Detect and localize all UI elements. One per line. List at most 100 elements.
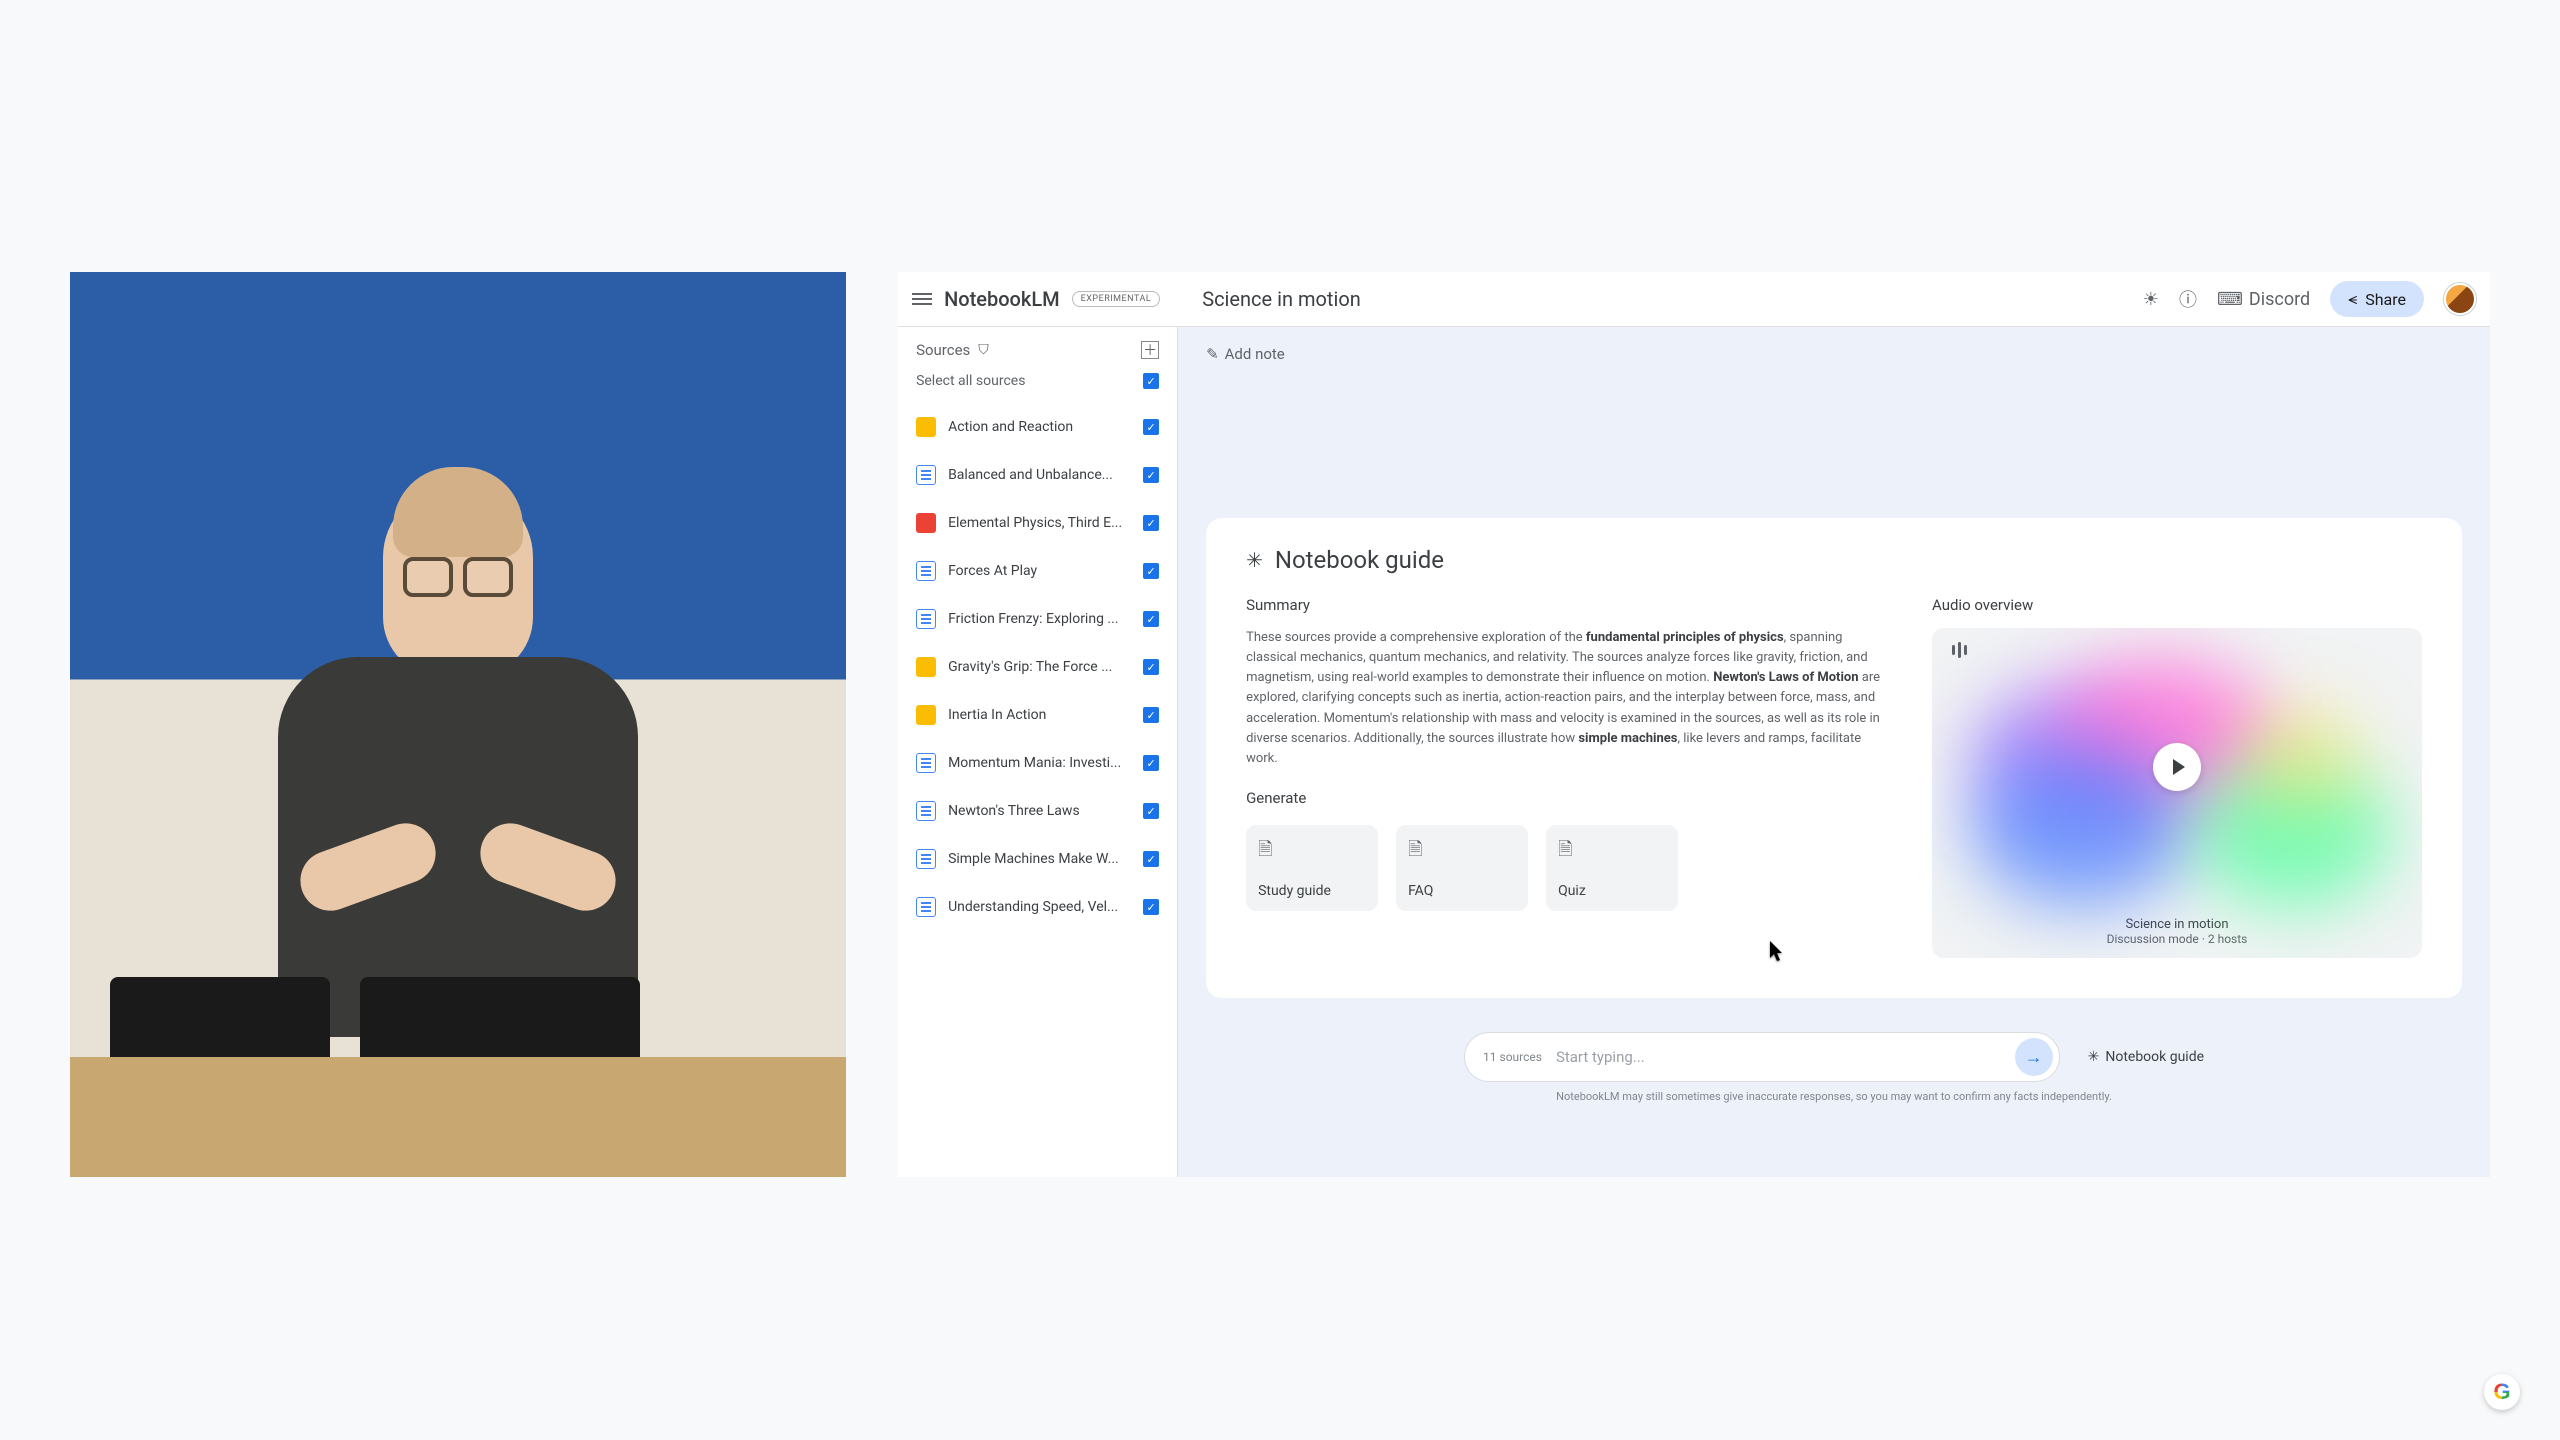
- summary-text: These sources provide a comprehensive ex…: [1246, 628, 1882, 769]
- source-item[interactable]: Friction Frenzy: Exploring ... ✓: [916, 595, 1159, 643]
- source-item[interactable]: Action and Reaction ✓: [916, 403, 1159, 451]
- source-label: Newton's Three Laws: [948, 803, 1131, 819]
- source-checkbox[interactable]: ✓: [1143, 803, 1159, 819]
- discord-label: Discord: [2249, 289, 2310, 310]
- source-checkbox[interactable]: ✓: [1143, 851, 1159, 867]
- source-label: Friction Frenzy: Exploring ...: [948, 611, 1131, 627]
- app-header: NotebookLM EXPERIMENTAL Science in motio…: [898, 272, 2490, 327]
- add-note-button[interactable]: ✎ Add note: [1206, 345, 2462, 363]
- source-item[interactable]: Understanding Speed, Vel... ✓: [916, 883, 1159, 931]
- app-brand: NotebookLM: [944, 287, 1060, 311]
- sparkle-icon: ✳: [1246, 548, 1263, 572]
- source-item[interactable]: Elemental Physics, Third E... ✓: [916, 499, 1159, 547]
- source-type-icon: [916, 801, 936, 821]
- sources-panel: Sources ⛉ ＋ Select all sources ✓ Action …: [898, 327, 1178, 1177]
- menu-icon[interactable]: [912, 293, 932, 305]
- discord-link[interactable]: ⌨ Discord: [2217, 289, 2310, 310]
- arrow-icon: →: [2025, 1047, 2043, 1068]
- chat-input[interactable]: Start typing...: [1556, 1048, 2001, 1066]
- source-checkbox[interactable]: ✓: [1143, 419, 1159, 435]
- page-title: Science in motion: [1202, 287, 1361, 311]
- guide-title: Notebook guide: [1275, 546, 1444, 574]
- select-all-checkbox[interactable]: ✓: [1143, 373, 1159, 389]
- source-label: Simple Machines Make W...: [948, 851, 1131, 867]
- source-label: Balanced and Unbalance...: [948, 467, 1131, 483]
- source-checkbox[interactable]: ✓: [1143, 899, 1159, 915]
- generate-label: Generate: [1246, 789, 1882, 807]
- play-icon: [2173, 759, 2185, 775]
- source-checkbox[interactable]: ✓: [1143, 563, 1159, 579]
- share-icon: ⪪: [2348, 289, 2357, 309]
- presenter-figure: [268, 487, 648, 1037]
- notebook-guide-link[interactable]: ✳ Notebook guide: [2088, 1049, 2204, 1065]
- source-label: Elemental Physics, Third E...: [948, 515, 1131, 531]
- generate-card-label: Quiz: [1558, 883, 1666, 899]
- source-type-icon: [916, 849, 936, 869]
- presenter-video: [70, 272, 846, 1177]
- source-label: Understanding Speed, Vel...: [948, 899, 1131, 915]
- generate-card-label: FAQ: [1408, 883, 1516, 899]
- source-label: Action and Reaction: [948, 419, 1131, 435]
- summary-label: Summary: [1246, 596, 1882, 614]
- audio-subtitle: Discussion mode · 2 hosts: [1932, 932, 2422, 946]
- source-item[interactable]: Inertia In Action ✓: [916, 691, 1159, 739]
- source-label: Inertia In Action: [948, 707, 1131, 723]
- source-label: Momentum Mania: Investi...: [948, 755, 1131, 771]
- source-type-icon: [916, 657, 936, 677]
- source-type-icon: [916, 753, 936, 773]
- source-item[interactable]: Simple Machines Make W... ✓: [916, 835, 1159, 883]
- share-label: Share: [2365, 290, 2406, 309]
- doc-icon: 🗎: [1408, 837, 1516, 867]
- note-icon: ✎: [1206, 345, 1219, 363]
- source-item[interactable]: Gravity's Grip: The Force ... ✓: [916, 643, 1159, 691]
- source-checkbox[interactable]: ✓: [1143, 659, 1159, 675]
- doc-icon: 🗎: [1558, 837, 1666, 867]
- source-item[interactable]: Forces At Play ✓: [916, 547, 1159, 595]
- sources-title: Sources ⛉: [916, 341, 989, 359]
- source-count: 11 sources: [1483, 1050, 1542, 1064]
- theme-icon[interactable]: ☀: [2143, 289, 2159, 310]
- help-icon[interactable]: ⓘ: [2179, 286, 2197, 312]
- source-checkbox[interactable]: ✓: [1143, 467, 1159, 483]
- mouse-cursor: [1770, 941, 1786, 963]
- chat-input-bar: 11 sources Start typing... →: [1464, 1032, 2060, 1082]
- user-avatar[interactable]: [2444, 283, 2476, 315]
- source-type-icon: [916, 897, 936, 917]
- experimental-badge: EXPERIMENTAL: [1072, 291, 1161, 307]
- share-button[interactable]: ⪪ Share: [2330, 281, 2424, 317]
- generate-card[interactable]: 🗎 Quiz: [1546, 825, 1678, 911]
- generate-card[interactable]: 🗎 Study guide: [1246, 825, 1378, 911]
- send-button[interactable]: →: [2015, 1038, 2053, 1076]
- add-source-button[interactable]: ＋: [1141, 341, 1159, 359]
- source-type-icon: [916, 609, 936, 629]
- disclaimer-text: NotebookLM may still sometimes give inac…: [1206, 1090, 2462, 1103]
- generate-card[interactable]: 🗎 FAQ: [1396, 825, 1528, 911]
- notebooklm-app: NotebookLM EXPERIMENTAL Science in motio…: [898, 272, 2490, 1177]
- source-checkbox[interactable]: ✓: [1143, 515, 1159, 531]
- main-panel: ✎ Add note ✳ Notebook guide Summary Thes…: [1178, 327, 2490, 1177]
- source-type-icon: [916, 513, 936, 533]
- source-item[interactable]: Newton's Three Laws ✓: [916, 787, 1159, 835]
- source-item[interactable]: Momentum Mania: Investi... ✓: [916, 739, 1159, 787]
- google-logo: G: [2484, 1374, 2520, 1410]
- shield-icon: ⛉: [978, 342, 989, 358]
- play-button[interactable]: [2153, 743, 2201, 791]
- source-label: Forces At Play: [948, 563, 1131, 579]
- generate-card-label: Study guide: [1258, 883, 1366, 899]
- source-checkbox[interactable]: ✓: [1143, 611, 1159, 627]
- notebook-guide-card: ✳ Notebook guide Summary These sources p…: [1206, 518, 2462, 998]
- doc-icon: 🗎: [1258, 837, 1366, 867]
- add-note-label: Add note: [1225, 345, 1285, 363]
- source-type-icon: [916, 417, 936, 437]
- source-type-icon: [916, 705, 936, 725]
- audio-overview-label: Audio overview: [1932, 596, 2422, 614]
- source-label: Gravity's Grip: The Force ...: [948, 659, 1131, 675]
- source-type-icon: [916, 561, 936, 581]
- select-all-label: Select all sources: [916, 373, 1025, 389]
- audio-overview-box: Science in motion Discussion mode · 2 ho…: [1932, 628, 2422, 958]
- discord-icon: ⌨: [2217, 289, 2243, 310]
- source-checkbox[interactable]: ✓: [1143, 707, 1159, 723]
- source-checkbox[interactable]: ✓: [1143, 755, 1159, 771]
- source-item[interactable]: Balanced and Unbalance... ✓: [916, 451, 1159, 499]
- desk: [70, 1057, 846, 1177]
